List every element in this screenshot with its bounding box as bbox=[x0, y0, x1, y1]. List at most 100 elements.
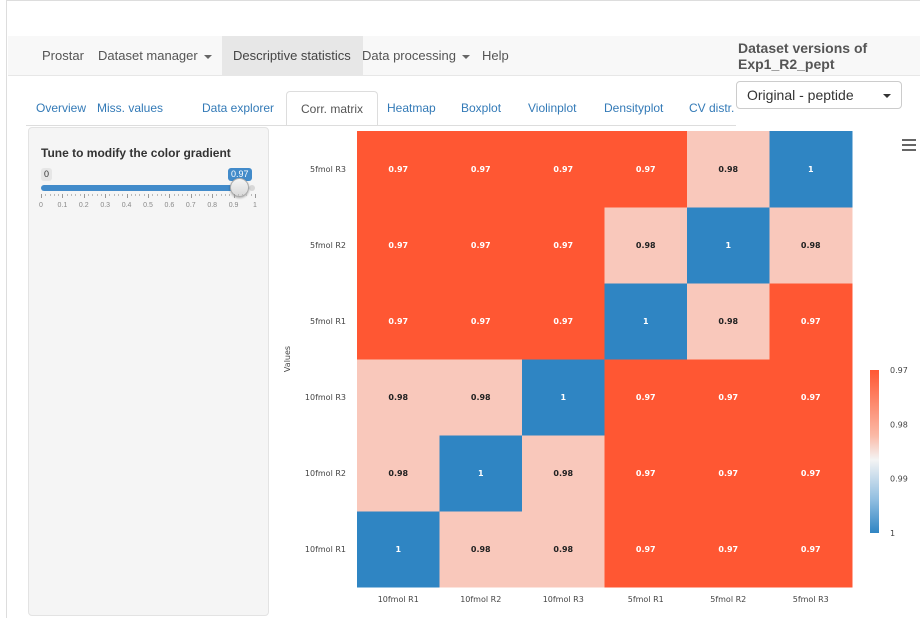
hamburger-menu-icon[interactable] bbox=[902, 139, 916, 154]
heatmap-cell-label: 0.98 bbox=[801, 241, 821, 250]
dataset-version-select[interactable]: Original - peptide bbox=[736, 81, 902, 109]
slider-tick bbox=[229, 194, 231, 196]
heatmap-cell-label: 0.97 bbox=[471, 241, 491, 250]
heatmap-cell-label: 0.97 bbox=[636, 469, 656, 478]
heatmap-cell-label: 0.97 bbox=[801, 469, 821, 478]
slider-tick bbox=[122, 194, 124, 196]
dataset-versions-title-line2: Exp1_R2_pept bbox=[738, 56, 835, 72]
heatmap-cell-label: 0.97 bbox=[388, 165, 408, 174]
slider-tick bbox=[88, 194, 90, 196]
slider-tick bbox=[41, 194, 42, 198]
slider-min-label: 0 bbox=[41, 168, 53, 181]
nav-label: Dataset manager bbox=[98, 48, 198, 63]
caret-down-icon bbox=[461, 54, 470, 59]
tab-corr-matrix[interactable]: Corr. matrix bbox=[286, 91, 379, 126]
slider-tick bbox=[105, 194, 107, 198]
slider-tick bbox=[152, 194, 154, 196]
heatmap-cell-label: 0.97 bbox=[388, 241, 408, 250]
slider-tick bbox=[135, 194, 137, 196]
heatmap-cell-label: 0.97 bbox=[553, 317, 573, 326]
slider-tick bbox=[199, 194, 201, 196]
slider-tick bbox=[233, 194, 235, 198]
slider-tick bbox=[75, 194, 77, 196]
heatmap-cell-label: 1 bbox=[478, 469, 484, 478]
slider-tick bbox=[139, 194, 141, 196]
heatmap-cell-label: 1 bbox=[560, 393, 566, 402]
heatmap-cell-label: 0.97 bbox=[636, 393, 656, 402]
slider-track-rest[interactable] bbox=[249, 185, 255, 191]
heatmap-cell-label: 0.98 bbox=[718, 165, 738, 174]
tab-violinplot[interactable]: Violinplot bbox=[528, 91, 576, 126]
heatmap-cell-label: 0.97 bbox=[553, 165, 573, 174]
slider-track-filled[interactable] bbox=[41, 185, 249, 191]
heatmap-cell-label: 0.98 bbox=[718, 317, 738, 326]
heatmap-cell-label: 0.97 bbox=[801, 317, 821, 326]
slider-tick bbox=[160, 194, 162, 196]
tabs-divider bbox=[26, 125, 736, 126]
heatmap-cell-label: 0.98 bbox=[553, 545, 573, 554]
slider-tick bbox=[216, 194, 218, 196]
tab-overview[interactable]: Overview bbox=[36, 91, 86, 126]
heatmap-cell-label: 1 bbox=[725, 241, 731, 250]
slider-tick bbox=[100, 194, 102, 196]
heatmap-cell-label: 0.97 bbox=[718, 469, 738, 478]
slider-tick bbox=[92, 194, 94, 196]
color-gradient-label: Tune to modify the color gradient bbox=[41, 146, 231, 160]
heatmap-cell-label: 0.97 bbox=[553, 241, 573, 250]
correlation-heatmap: 1 0.98 0.98 0.97 0.97 0.97 0.98 1 0.98 0.97 0.97 0.… bbox=[270, 127, 920, 618]
slider-tick bbox=[165, 194, 167, 196]
x-tick-label: 5fmol R3 bbox=[793, 595, 829, 604]
slider-tick bbox=[250, 194, 252, 196]
tab-miss-values[interactable]: Miss. values bbox=[97, 91, 163, 126]
tab-heatmap[interactable]: Heatmap bbox=[387, 91, 436, 126]
tab-boxplot[interactable]: Boxplot bbox=[461, 91, 501, 126]
slider-tick bbox=[143, 194, 145, 196]
slider-tick bbox=[186, 194, 188, 196]
slider-tick bbox=[242, 194, 244, 196]
slider-tick bbox=[212, 194, 214, 198]
slider-tick bbox=[182, 194, 184, 196]
heatmap-cell-label: 1 bbox=[643, 317, 649, 326]
slider-tick bbox=[156, 194, 158, 196]
slider-tick-label: 0.5 bbox=[143, 202, 153, 209]
heatmap-cell-label: 0.98 bbox=[388, 393, 408, 402]
colorbar-label: 0.98 bbox=[890, 420, 908, 429]
nav-help[interactable]: Help bbox=[474, 36, 519, 76]
nav-label: Help bbox=[482, 48, 509, 63]
x-tick-label: 5fmol R2 bbox=[710, 595, 746, 604]
dataset-versions-title: Dataset versions of Exp1_R2_pept bbox=[738, 40, 918, 72]
slider-tick-label: 0.6 bbox=[164, 202, 175, 209]
caret-down-icon bbox=[203, 54, 212, 59]
slider-tick bbox=[220, 194, 222, 196]
y-tick-label: 5fmol R2 bbox=[310, 241, 346, 250]
heatmap-cell-label: 0.97 bbox=[801, 393, 821, 402]
heatmap-cell-label: 0.97 bbox=[718, 393, 738, 402]
sidebar-panel: Tune to modify the color gradient 0 0.97… bbox=[28, 127, 269, 616]
heatmap-cell-label: 0.97 bbox=[636, 545, 656, 554]
x-tick-label: 10fmol R2 bbox=[460, 595, 501, 604]
tab-data-explorer[interactable]: Data explorer bbox=[202, 91, 274, 126]
nav-dataset-manager[interactable]: Dataset manager bbox=[90, 36, 222, 76]
nav-prostar[interactable]: Prostar bbox=[8, 36, 98, 76]
heatmap-cell-label: 0.97 bbox=[718, 545, 738, 554]
heatmap-cell-label: 0.97 bbox=[801, 545, 821, 554]
slider-tick bbox=[126, 194, 128, 198]
slider-tick bbox=[118, 194, 120, 196]
slider-tick bbox=[173, 194, 175, 196]
nav-label: Prostar bbox=[42, 48, 84, 63]
heatmap-cell-label: 0.98 bbox=[471, 393, 491, 402]
dataset-versions-title-line1: Dataset versions of bbox=[738, 40, 868, 56]
tab-densityplot[interactable]: Densityplot bbox=[604, 91, 663, 126]
nav-data-processing[interactable]: Data processing bbox=[354, 36, 480, 76]
slider-tick bbox=[177, 194, 179, 196]
tab-cv-distr[interactable]: CV distr. bbox=[689, 91, 734, 126]
slider-tick bbox=[113, 194, 115, 196]
x-tick-label: 5fmol R1 bbox=[628, 595, 664, 604]
nav-descriptive-statistics[interactable]: Descriptive statistics bbox=[222, 36, 363, 76]
slider-tick bbox=[246, 194, 248, 196]
colorbar-label: 0.99 bbox=[890, 475, 908, 484]
slider-ticks bbox=[41, 194, 256, 200]
slider-tick bbox=[109, 194, 111, 196]
x-tick-label: 10fmol R3 bbox=[543, 595, 584, 604]
x-tick-label: 10fmol R1 bbox=[378, 595, 419, 604]
